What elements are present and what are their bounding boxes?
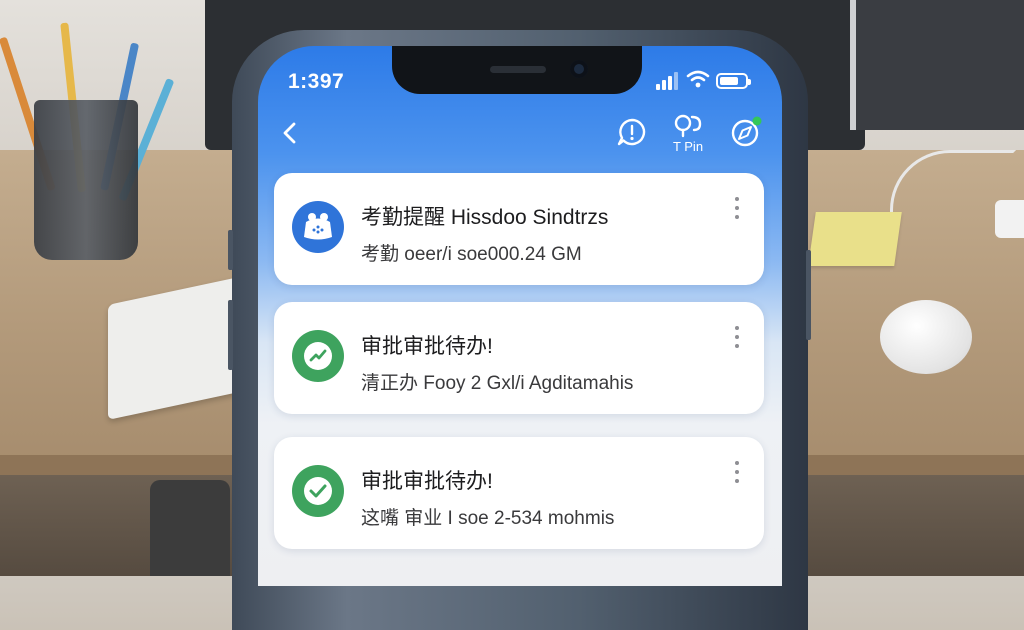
notch [392, 46, 642, 94]
checkmark-icon [292, 465, 344, 517]
status-time: 1:397 [288, 70, 345, 93]
phone-screen: 1:397 T Pin 考勤提醒 Hissdoo Sindtrzs 考勤 oee… [258, 46, 782, 586]
background-device [995, 200, 1024, 238]
notification-title: 审批审批待办! [361, 470, 493, 493]
notification-badge [752, 116, 762, 126]
notification-card-attendance[interactable]: 考勤提醒 Hissdoo Sindtrzs 考勤 oeer/i soe000.2… [274, 173, 764, 285]
background-sticky-note [808, 212, 902, 266]
notification-subtitle: 考勤 oeer/i soe000.24 GM [361, 244, 582, 265]
robot-bell-icon [292, 201, 344, 253]
battery-icon [716, 73, 751, 89]
front-camera [570, 60, 588, 78]
more-options-icon[interactable] [732, 326, 742, 354]
battery-level [720, 77, 738, 85]
pin-label: T Pin [672, 139, 704, 154]
notification-subtitle: 这嘴 审业 I soe 2-534 mohmis [361, 508, 615, 529]
phone-side-button [228, 230, 233, 270]
compass-icon[interactable] [728, 114, 764, 150]
notification-title: 考勤提醒 Hissdoo Sindtrzs [361, 206, 609, 229]
chat-bubble-icon[interactable] [614, 114, 650, 150]
notification-subtitle: 清正办 Fooy 2 Gxl/i Agditamahis [361, 373, 634, 394]
wifi-icon [686, 70, 710, 88]
background-mouse [880, 300, 972, 374]
more-options-icon[interactable] [732, 197, 742, 225]
phone-side-button [228, 300, 233, 370]
phone-side-button [806, 250, 811, 340]
more-options-icon[interactable] [732, 461, 742, 489]
chevron-left-icon[interactable] [274, 116, 308, 150]
notification-card-approval[interactable]: 审批审批待办! 清正办 Fooy 2 Gxl/i Agditamahis [274, 302, 764, 414]
signal-icon [656, 72, 678, 90]
background-pen-cup [34, 100, 138, 260]
notification-title: 审批审批待办! [361, 335, 493, 358]
trend-check-icon [292, 330, 344, 382]
background-monitor-right [850, 0, 1024, 130]
notification-card-approval-2[interactable]: 审批审批待办! 这嘴 审业 I soe 2-534 mohmis [274, 437, 764, 549]
earpiece-speaker [490, 66, 546, 73]
background-chair [150, 480, 230, 576]
pin-icon[interactable] [670, 112, 706, 138]
